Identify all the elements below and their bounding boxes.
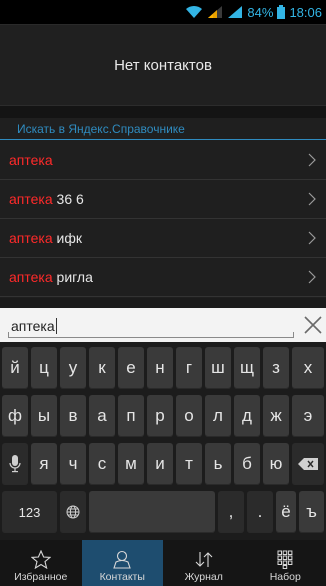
signal-icon-2 <box>228 6 243 18</box>
key-а[interactable]: а <box>89 395 115 437</box>
key-ф[interactable]: ф <box>2 395 28 437</box>
section-label: Искать в Яндекс.Справочнике <box>17 121 185 136</box>
key-ъ[interactable]: ъ <box>299 491 324 533</box>
list-item[interactable]: аптека ригла <box>0 258 326 297</box>
result-highlight: аптека <box>9 269 53 285</box>
result-highlight: аптека <box>9 191 53 207</box>
key-period[interactable]: . <box>247 491 273 533</box>
chevron-right-icon <box>308 231 316 245</box>
result-rest: ригла <box>52 269 93 285</box>
key-п[interactable]: п <box>118 395 144 437</box>
header: Нет контактов <box>0 24 326 106</box>
result-rest: 36 6 <box>52 191 84 207</box>
keyboard: й ц у к е н г ш щ з х ф ы в а п р о л д … <box>0 342 326 540</box>
mic-key[interactable] <box>2 443 28 485</box>
tab-favorites[interactable]: Избранное <box>0 540 82 586</box>
tab-label: Набор <box>269 571 301 583</box>
globe-icon <box>66 505 80 519</box>
key-ш[interactable]: ш <box>205 347 231 389</box>
key-н[interactable]: н <box>147 347 173 389</box>
key-в[interactable]: в <box>60 395 86 437</box>
tab-label: Избранное <box>14 571 68 583</box>
chevron-right-icon <box>308 270 316 284</box>
results-list: аптека аптека 36 6 аптека ифк аптека риг… <box>0 141 326 297</box>
text-cursor <box>55 318 57 334</box>
space-key[interactable] <box>89 491 215 533</box>
battery-icon <box>277 5 286 19</box>
signal-icon <box>208 6 223 18</box>
key-л[interactable]: л <box>205 395 231 437</box>
search-bar: аптека <box>0 308 326 342</box>
result-highlight: аптека <box>9 152 53 168</box>
microphone-icon <box>9 455 21 473</box>
page-title: Нет контактов <box>114 56 212 74</box>
key-б[interactable]: б <box>234 443 260 485</box>
key-м[interactable]: м <box>118 443 144 485</box>
search-input[interactable]: аптека <box>8 312 294 338</box>
result-rest: ифк <box>52 230 82 246</box>
battery-percent: 84% <box>247 4 274 20</box>
key-х[interactable]: х <box>292 347 324 389</box>
key-д[interactable]: д <box>234 395 260 437</box>
tab-call-log[interactable]: Журнал <box>163 540 245 586</box>
chevron-right-icon <box>308 192 316 206</box>
key-с[interactable]: с <box>89 443 115 485</box>
key-ы[interactable]: ы <box>31 395 57 437</box>
list-item[interactable]: аптека ифк <box>0 219 326 258</box>
key-ь[interactable]: ь <box>205 443 231 485</box>
divider <box>0 106 326 118</box>
result-highlight: аптека <box>9 230 53 246</box>
list-item[interactable]: аптека <box>0 141 326 180</box>
bottom-nav: Избранное Контакты Журнал Набор <box>0 540 326 586</box>
person-icon <box>113 550 132 569</box>
key-т[interactable]: т <box>176 443 202 485</box>
key-ж[interactable]: ж <box>263 395 289 437</box>
close-icon <box>304 316 322 334</box>
symbols-key[interactable]: 123 <box>2 491 57 533</box>
list-item[interactable]: аптека 36 6 <box>0 180 326 219</box>
tab-label: Журнал <box>184 571 223 583</box>
key-и[interactable]: и <box>147 443 173 485</box>
yandex-search-section: Искать в Яндекс.Справочнике <box>0 118 326 140</box>
language-key[interactable] <box>60 491 86 533</box>
backspace-icon <box>298 458 318 470</box>
tab-label: Контакты <box>99 571 145 583</box>
key-ц[interactable]: ц <box>31 347 57 389</box>
key-е[interactable]: е <box>118 347 144 389</box>
dialpad-icon <box>277 550 293 569</box>
key-щ[interactable]: щ <box>234 347 260 389</box>
divider <box>0 298 326 308</box>
key-comma[interactable]: , <box>218 491 244 533</box>
tab-contacts[interactable]: Контакты <box>81 540 163 586</box>
clear-button[interactable] <box>300 312 326 338</box>
status-bar: 84% 18:06 <box>0 0 326 24</box>
key-э[interactable]: э <box>292 395 324 437</box>
key-р[interactable]: р <box>147 395 173 437</box>
key-я[interactable]: я <box>31 443 57 485</box>
key-з[interactable]: з <box>263 347 289 389</box>
tab-dialpad[interactable]: Набор <box>245 540 326 586</box>
clock: 18:06 <box>289 4 322 20</box>
star-icon <box>30 550 51 569</box>
chevron-right-icon <box>308 153 316 167</box>
key-г[interactable]: г <box>176 347 202 389</box>
call-log-icon <box>195 552 213 567</box>
key-ю[interactable]: ю <box>263 443 289 485</box>
backspace-key[interactable] <box>292 443 324 485</box>
key-у[interactable]: у <box>60 347 86 389</box>
key-о[interactable]: о <box>176 395 202 437</box>
key-к[interactable]: к <box>89 347 115 389</box>
key-ч[interactable]: ч <box>60 443 86 485</box>
search-input-value: аптека <box>11 318 55 334</box>
key-й[interactable]: й <box>2 347 28 389</box>
key-ё[interactable]: ё <box>276 491 296 533</box>
wifi-icon <box>186 5 203 18</box>
